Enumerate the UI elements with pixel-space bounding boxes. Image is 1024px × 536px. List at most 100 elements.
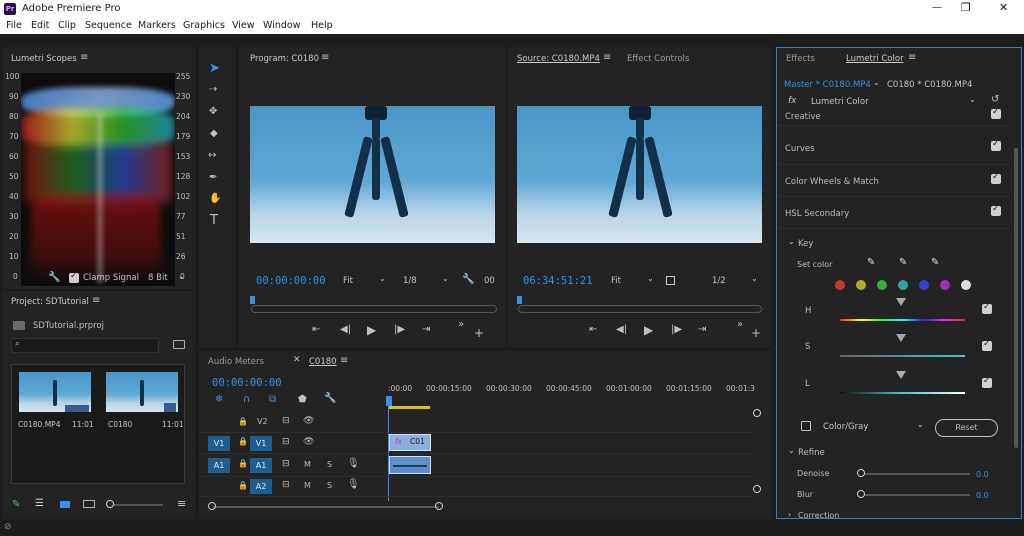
source-timecode[interactable]: 06:34:51:21: [523, 275, 593, 287]
program-timecode[interactable]: 00:00:00:00: [256, 275, 326, 287]
playhead-icon[interactable]: [250, 296, 255, 304]
scopes-tab[interactable]: Lumetri Scopes: [11, 54, 77, 64]
wrench-icon[interactable]: 🔧: [48, 272, 60, 283]
selection-tool-icon[interactable]: ➤: [209, 61, 220, 76]
eyedropper-subtract-icon[interactable]: ✎: [931, 257, 939, 268]
vertical-scroll-handle[interactable]: [753, 409, 761, 417]
pen-tool-icon[interactable]: ✒: [209, 172, 217, 183]
zoom-slider-handle[interactable]: [106, 500, 114, 508]
audio-clip[interactable]: [389, 456, 431, 474]
microphone-icon[interactable]: 🎙: [347, 479, 360, 490]
new-bin-icon[interactable]: [173, 340, 185, 349]
eyedropper-icon[interactable]: ✎: [867, 257, 875, 268]
chevron-down-icon[interactable]: ⌄: [873, 78, 880, 87]
section-enable-checkbox[interactable]: [991, 139, 1001, 151]
minimize-button[interactable]: —: [932, 2, 942, 13]
effect-controls-tab[interactable]: Effect Controls: [627, 54, 689, 64]
swatch-blue[interactable]: [919, 280, 929, 290]
section-enable-checkbox[interactable]: [991, 204, 1001, 216]
mute-button[interactable]: M: [304, 460, 311, 469]
swatch-cyan[interactable]: [898, 280, 908, 290]
program-fit-select[interactable]: Fit: [343, 276, 353, 286]
step-back-icon[interactable]: ◀|: [616, 324, 627, 335]
horizontal-scrollbar[interactable]: [213, 506, 439, 508]
project-item-thumbnail[interactable]: [19, 372, 91, 412]
playhead-icon[interactable]: [517, 296, 522, 304]
panel-scrollbar[interactable]: [1014, 148, 1018, 448]
razor-tool-icon[interactable]: ◆: [210, 128, 218, 139]
luminance-enable-checkbox[interactable]: [982, 376, 992, 388]
saturation-enable-checkbox[interactable]: [982, 339, 992, 351]
solo-button[interactable]: S: [327, 481, 332, 490]
source-resolution-select[interactable]: 1/2: [712, 276, 726, 286]
program-scrub-bar[interactable]: [251, 305, 497, 313]
mark-in-icon[interactable]: ⇤: [312, 324, 320, 335]
audio-meters-tab[interactable]: Audio Meters: [208, 357, 264, 367]
chevron-down-icon[interactable]: ⌄: [969, 95, 976, 104]
menu-file[interactable]: File: [6, 20, 22, 31]
more-controls-icon[interactable]: »: [458, 319, 464, 330]
add-button-icon[interactable]: +: [474, 326, 484, 340]
menu-help[interactable]: Help: [311, 20, 333, 31]
mark-out-icon[interactable]: ⇥: [698, 324, 706, 335]
microphone-icon[interactable]: 🎙: [347, 458, 360, 469]
menu-sequence[interactable]: Sequence: [85, 20, 132, 31]
chevron-down-icon[interactable]: ⌄: [751, 274, 758, 283]
panel-menu-icon[interactable]: ≡: [603, 52, 611, 63]
chevron-right-icon[interactable]: ›: [788, 510, 791, 519]
chevron-down-icon[interactable]: ⌄: [442, 274, 449, 283]
eye-icon[interactable]: 👁: [303, 437, 314, 447]
step-forward-icon[interactable]: |▶: [394, 324, 405, 335]
close-button[interactable]: ✕: [999, 1, 1008, 14]
wrench-icon[interactable]: 🔧: [324, 393, 336, 404]
chevron-down-icon[interactable]: ⌄: [379, 274, 386, 283]
source-patch-a1[interactable]: A1: [208, 458, 230, 473]
scroll-handle-left[interactable]: [208, 502, 216, 510]
panel-menu-icon[interactable]: ≡: [908, 52, 916, 63]
saturation-slider-handle[interactable]: [896, 334, 906, 356]
add-marker-icon[interactable]: ⧉: [269, 394, 276, 405]
swatch-red[interactable]: [835, 280, 845, 290]
clamp-signal-checkbox[interactable]: [69, 271, 79, 283]
zoom-slider[interactable]: [109, 504, 163, 506]
menu-edit[interactable]: Edit: [31, 20, 49, 31]
hand-tool-icon[interactable]: ✋: [209, 193, 221, 204]
solo-button[interactable]: S: [327, 460, 332, 469]
master-clip-selector[interactable]: Master * C0180.MP4: [784, 80, 871, 90]
source-tab[interactable]: Source: C0180.MP4: [517, 54, 600, 64]
eye-icon[interactable]: 👁: [303, 416, 314, 426]
sync-lock-icon[interactable]: ⊟: [282, 437, 290, 447]
mark-out-icon[interactable]: ⇥: [422, 324, 430, 335]
panel-menu-icon[interactable]: ≡: [321, 52, 329, 63]
panel-menu-icon[interactable]: ≡: [340, 355, 348, 366]
panel-menu-icon[interactable]: ≡: [177, 497, 186, 510]
show-mask-checkbox[interactable]: [801, 421, 811, 431]
play-icon[interactable]: ▶: [644, 323, 653, 337]
ripple-edit-tool-icon[interactable]: ✥: [209, 106, 217, 117]
program-tab[interactable]: Program: C0180: [250, 54, 319, 64]
section-enable-checkbox[interactable]: [991, 107, 1001, 119]
effect-name-select[interactable]: Lumetri Color: [811, 97, 869, 107]
step-back-icon[interactable]: ◀|: [340, 324, 351, 335]
mask-mode-select[interactable]: Color/Gray: [823, 422, 868, 432]
sequence-tab[interactable]: C0180: [309, 357, 337, 367]
source-patch-v1[interactable]: V1: [208, 436, 230, 451]
chevron-down-icon[interactable]: ⌄: [178, 272, 185, 281]
reset-button[interactable]: Reset: [935, 419, 998, 437]
menu-graphics[interactable]: Graphics: [183, 20, 225, 31]
menu-view[interactable]: View: [232, 20, 255, 31]
list-view-icon[interactable]: ☰: [35, 498, 44, 509]
menu-markers[interactable]: Markers: [138, 20, 176, 31]
panel-menu-icon[interactable]: ≡: [80, 52, 88, 63]
sync-lock-icon[interactable]: ⊟: [282, 480, 290, 490]
luminance-slider-handle[interactable]: [896, 371, 906, 393]
mute-button[interactable]: M: [304, 481, 311, 490]
scroll-handle-right[interactable]: [435, 502, 443, 510]
source-fit-select[interactable]: Fit: [611, 276, 621, 286]
drag-video-icon[interactable]: [666, 276, 675, 285]
play-icon[interactable]: ▶: [367, 323, 376, 337]
video-clip[interactable]: fx C01: [389, 434, 431, 451]
source-scrub-bar[interactable]: [518, 305, 762, 313]
lumetri-section-creative[interactable]: Creative: [777, 107, 1009, 126]
playhead-icon[interactable]: [386, 396, 392, 406]
